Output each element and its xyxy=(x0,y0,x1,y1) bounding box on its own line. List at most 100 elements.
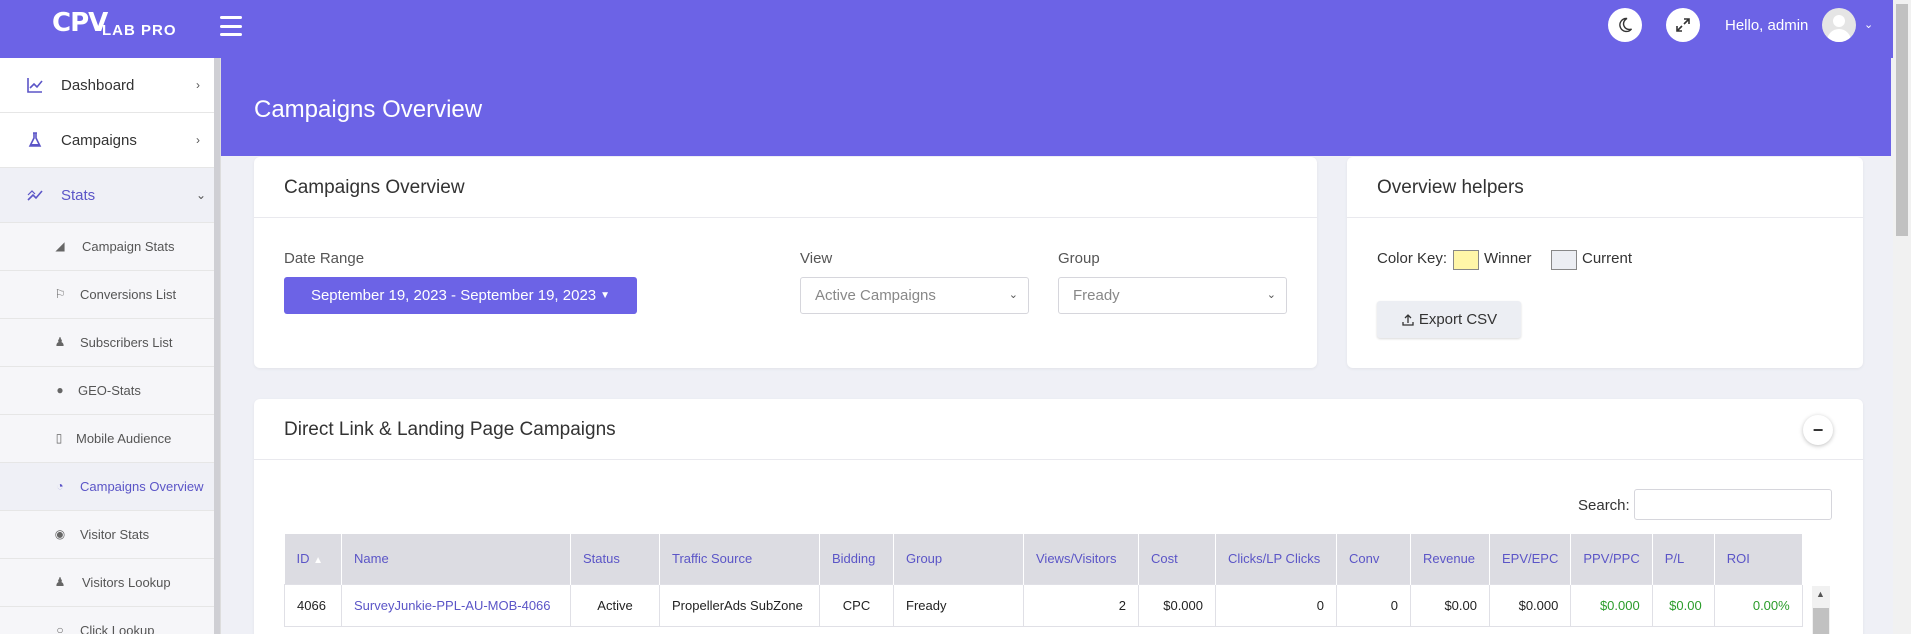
col-header-roi[interactable]: ROI xyxy=(1714,534,1803,584)
cell-views: 2 xyxy=(1023,583,1139,627)
sidebar-sub-label: Conversions List xyxy=(80,287,177,302)
expand-icon xyxy=(1676,18,1690,32)
view-select-value: Active Campaigns xyxy=(815,287,936,304)
sidebar-sub-visitors-lookup[interactable]: ♟ Visitors Lookup xyxy=(0,559,215,607)
sidebar-sub-label: Mobile Audience xyxy=(76,431,172,446)
sidebar-sub-campaigns-overview[interactable]: ◔ Campaigns Overview xyxy=(0,463,215,511)
col-header-views[interactable]: Views/Visitors xyxy=(1023,534,1139,584)
date-range-value: September 19, 2023 - September 19, 2023 xyxy=(310,287,597,304)
sidebar-sub-label: Click Lookup xyxy=(80,623,155,634)
table-scrollbar[interactable]: ▲ xyxy=(1812,586,1830,634)
brand-sub: LAB PRO xyxy=(102,22,177,39)
group-select[interactable]: Fready ⌄ xyxy=(1058,277,1287,314)
minus-icon: − xyxy=(1812,419,1824,440)
sidebar-item-stats[interactable]: Stats ⌄ xyxy=(0,168,215,223)
sidebar-sub-label: Visitors Lookup xyxy=(82,575,171,590)
cell-id: 4066 xyxy=(284,583,342,627)
date-range-picker[interactable]: September 19, 2023 - September 19, 2023 … xyxy=(284,277,637,314)
col-header-group[interactable]: Group xyxy=(893,534,1024,584)
overview-helpers-card: Overview helpers Color Key: Winner Curre… xyxy=(1347,157,1863,368)
dark-mode-button[interactable] xyxy=(1608,8,1642,42)
col-header-traffic-source[interactable]: Traffic Source xyxy=(659,534,820,584)
card-header: Direct Link & Landing Page Campaigns − xyxy=(254,399,1863,460)
cell-clicks: 0 xyxy=(1215,583,1337,627)
sidebar-item-dashboard[interactable]: Dashboard › xyxy=(0,58,215,113)
trend-icon xyxy=(27,190,43,201)
campaign-name-link[interactable]: SurveyJunkie-PPL-AU-MOB-4066 xyxy=(341,583,571,627)
col-header-name[interactable]: Name xyxy=(341,534,571,584)
cell-revenue: $0.00 xyxy=(1410,583,1490,627)
globe-icon: ● xyxy=(56,383,64,397)
top-navbar: CPV LAB PRO Hello, admin ⌄ xyxy=(0,0,1911,58)
group-select-value: Fready xyxy=(1073,287,1120,304)
cell-epv: $0.000 xyxy=(1488,583,1572,627)
chevron-down-icon: ⌄ xyxy=(1266,289,1276,301)
card-header: Campaigns Overview xyxy=(254,157,1317,218)
sidebar-item-label: Dashboard xyxy=(61,76,135,94)
page-scrollbar-thumb[interactable] xyxy=(1896,4,1908,236)
cell-pl: $0.00 xyxy=(1651,583,1715,627)
sidebar-sub-campaign-stats[interactable]: ◢ Campaign Stats xyxy=(0,223,215,271)
moon-icon xyxy=(1619,17,1633,33)
col-header-cost[interactable]: Cost xyxy=(1138,534,1216,584)
col-header-conv[interactable]: Conv xyxy=(1336,534,1411,584)
campaigns-table-card: Direct Link & Landing Page Campaigns − S… xyxy=(254,399,1863,634)
col-header-revenue[interactable]: Revenue xyxy=(1410,534,1490,584)
sidebar-sub-visitor-stats[interactable]: ◉ Visitor Stats xyxy=(0,511,215,559)
col-header-status[interactable]: Status xyxy=(570,534,660,584)
search-icon: ○ xyxy=(56,623,64,634)
sidebar-item-campaigns[interactable]: Campaigns › xyxy=(0,113,215,168)
sidebar-sub-label: Campaign Stats xyxy=(82,239,175,254)
sidebar-sub-conversions-list[interactable]: ⚐ Conversions List xyxy=(0,271,215,319)
chevron-down-icon[interactable]: ⌄ xyxy=(1864,18,1873,31)
user-icon: ♟ xyxy=(54,335,66,349)
table-header-row: ID ▲ Name Status Traffic Source Bidding … xyxy=(284,534,1803,584)
sidebar-sub-label: Campaigns Overview xyxy=(80,479,204,494)
card-header: Overview helpers xyxy=(1347,157,1863,218)
sort-up-icon: ▲ xyxy=(313,555,324,567)
date-range-label: Date Range xyxy=(284,250,365,267)
avatar[interactable] xyxy=(1822,8,1856,42)
col-header-bidding[interactable]: Bidding xyxy=(819,534,894,584)
sidebar-sub-click-lookup[interactable]: ○ Click Lookup xyxy=(0,607,215,634)
scroll-up-icon[interactable]: ▲ xyxy=(1816,589,1825,599)
flask-icon xyxy=(28,132,42,147)
cell-group: Fready xyxy=(893,583,1024,627)
col-header-epv[interactable]: EPV/EPC xyxy=(1489,534,1572,584)
sidebar-sub-geo-stats[interactable]: ● GEO-Stats xyxy=(0,367,215,415)
sidebar-sub-label: GEO-Stats xyxy=(78,383,141,398)
export-csv-button[interactable]: Export CSV xyxy=(1377,301,1521,338)
cell-ppv: $0.000 xyxy=(1570,583,1653,627)
chevron-down-icon: ⌄ xyxy=(1008,289,1018,301)
table-scrollbar-thumb[interactable] xyxy=(1813,608,1829,634)
col-header-pl[interactable]: P/L xyxy=(1652,534,1715,584)
fullscreen-button[interactable] xyxy=(1666,8,1700,42)
collapse-button[interactable]: − xyxy=(1803,415,1833,445)
card-title: Overview helpers xyxy=(1377,177,1524,198)
export-csv-label: Export CSV xyxy=(1418,311,1498,328)
sidebar-sub-label: Subscribers List xyxy=(80,335,173,350)
sidebar-sub-label: Visitor Stats xyxy=(80,527,150,542)
sidebar-sub-subscribers-list[interactable]: ♟ Subscribers List xyxy=(0,319,215,367)
col-header-clicks[interactable]: Clicks/LP Clicks xyxy=(1215,534,1337,584)
eye-icon: ◉ xyxy=(54,527,66,541)
current-swatch xyxy=(1551,250,1577,270)
color-key-label: Color Key: xyxy=(1377,250,1448,267)
page-scrollbar[interactable] xyxy=(1893,0,1911,634)
sidebar-scrollbar[interactable] xyxy=(214,58,220,634)
search-input[interactable] xyxy=(1634,489,1832,520)
menu-toggle-icon[interactable] xyxy=(220,16,242,36)
user-greeting[interactable]: Hello, admin xyxy=(1725,17,1808,34)
sidebar-sub-mobile-audience[interactable]: ▯ Mobile Audience xyxy=(0,415,215,463)
view-select[interactable]: Active Campaigns ⌄ xyxy=(800,277,1029,314)
winner-label: Winner xyxy=(1484,250,1532,267)
brand-logo[interactable]: CPV LAB PRO xyxy=(52,8,176,39)
col-header-ppv[interactable]: PPV/PPC xyxy=(1570,534,1653,584)
card-title: Campaigns Overview xyxy=(284,177,465,198)
sidebar-item-label: Campaigns xyxy=(61,131,137,149)
col-header-id[interactable]: ID ▲ xyxy=(284,534,342,584)
campaigns-table: ID ▲ Name Status Traffic Source Bidding … xyxy=(284,534,1803,627)
page-title: Campaigns Overview xyxy=(254,96,483,123)
campaigns-overview-card: Campaigns Overview Date Range September … xyxy=(254,157,1317,368)
cell-status: Active xyxy=(570,583,660,627)
